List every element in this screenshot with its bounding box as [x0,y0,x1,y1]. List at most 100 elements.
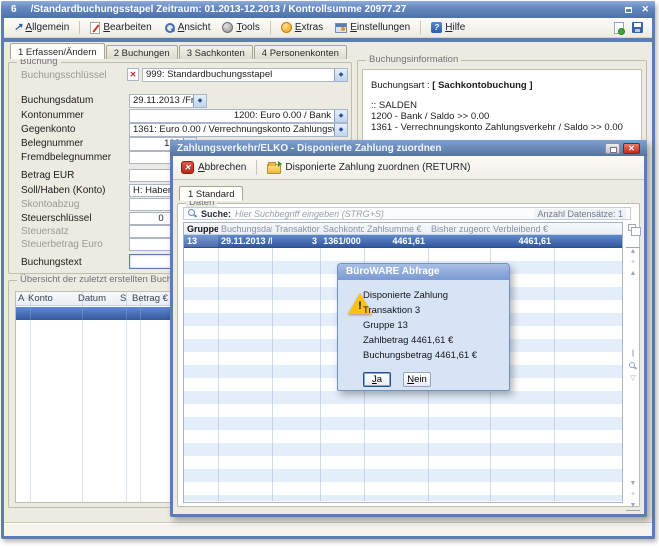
launch-icon: ↗ [14,22,22,33]
column-header[interactable]: A [16,292,26,305]
buchungsschluessel-combo[interactable]: 999: Standardbuchungsstapel ◆ [142,68,348,82]
abbrechen-button[interactable]: ✕ Abbrechen [181,161,246,174]
separator [79,21,80,34]
scroll-up-icon[interactable]: ▲ [626,270,640,278]
menu-extras[interactable]: Extras [276,21,328,34]
steuersatz-field[interactable] [129,225,171,238]
cell-gruppe: 13 [184,235,218,247]
search-icon [188,209,197,218]
column-line [30,292,31,502]
scroll-bottom-icon[interactable]: ▼ [626,502,640,511]
dropdown-icon[interactable]: ◆ [334,124,347,136]
field-label: Buchungstext [21,257,82,268]
column-header[interactable]: Verbleibend € [490,223,554,234]
scroll-strip[interactable]: ▲ + ▲ ∥ ▽ ▼ + ▼ [626,222,640,504]
window-id: 6 [11,4,17,15]
tab-sachkonten[interactable]: 3 Sachkonten [179,45,253,59]
column-header[interactable]: Sachkonto [320,223,364,234]
plus-icon[interactable]: + [626,259,640,267]
combo-value: 1361: Euro 0.00 / Verrechnungskonto Zahl… [130,124,334,136]
gegenkonto-combo[interactable]: 1361: Euro 0.00 / Verrechnungskonto Zahl… [129,123,348,137]
column-header[interactable]: Zahlsumme € [364,223,428,234]
menu-bearbeiten[interactable]: Bearbeiten [85,21,156,35]
extras-icon [281,22,292,33]
dialog-titlebar: Zahlungsverkehr/ELKO - Disponierte Zahlu… [170,140,647,156]
combo-value: 29.11.2013 /Fr [130,95,193,107]
separator [420,21,421,34]
menu-ansicht[interactable]: Ansicht [159,21,216,34]
menu-tools[interactable]: Tools [217,21,264,34]
table-header: Gruppe Buchungsdatum Transaktion Sachkon… [184,223,622,235]
combo-value: 1200: Euro 0.00 / Bank [130,110,334,122]
kontonummer-combo[interactable]: 1200: Euro 0.00 / Bank ◆ [129,109,348,123]
tab-erfassen-aendern[interactable]: 1 Erfassen/Ändern [10,43,105,59]
menu-label: Ansicht [178,22,211,33]
cell-empty [554,235,622,247]
close-button[interactable]: ✕ [641,4,649,15]
buchungsart-line: Buchungsart : [ Sachkontobuchung ] [371,80,533,91]
column-header[interactable]: Gruppe [184,223,218,234]
copy-icon[interactable] [628,224,636,231]
column-header[interactable]: Bisher zugeordnet [428,223,490,234]
column-header[interactable]: Transaktion [272,223,320,234]
menu-hilfe[interactable]: ? Hilfe [426,21,470,34]
field-label: Gegenkonto [21,124,76,135]
buchungsdatum-combo[interactable]: 29.11.2013 /Fr ◆ [129,94,207,108]
column-header[interactable]: Buchungsdatum [218,223,272,234]
save-icon[interactable] [632,22,643,33]
menu-einstellungen[interactable]: Einstellungen [330,21,415,34]
salden-lines: :: SALDEN 1200 - Bank / Saldo >> 0.00 13… [371,100,623,133]
dialog-toolbar: ✕ Abbrechen Disponierte Zahlung zuordnen… [173,156,644,180]
column-line [320,248,321,501]
popup-line: Gruppe 13 [363,318,477,333]
column-line [272,248,273,501]
info-line: 1361 - Verrechnungskonto Zahlungsverkehr… [371,122,623,133]
cell-zahlsumme: 4461,61 [364,235,428,247]
dialog-restore-button[interactable] [605,143,620,154]
pause-icon[interactable]: ∥ [626,350,640,358]
scroll-top-icon[interactable]: ▲ [626,247,640,256]
scroll-down-icon[interactable]: ▼ [626,480,640,488]
column-line [218,248,219,501]
tab-personenkonten[interactable]: 4 Personenkonten [254,45,347,59]
popup-title: BüroWARE Abfrage [338,264,509,280]
column-header[interactable]: S [118,292,130,305]
popup-line: Buchungsbetrag 4461,61 € [363,348,477,363]
info-line: :: SALDEN [371,100,623,111]
tab-buchungen[interactable]: 2 Buchungen [106,45,178,59]
zuordnen-button[interactable]: Disponierte Zahlung zuordnen (RETURN) [267,161,470,174]
search-bar[interactable]: Suche: Hier Suchbegriff eingeben (STRG+S… [183,207,631,220]
menu-allgemein[interactable]: ↗ Allgemein [9,21,74,34]
buchungsart-label: Buchungsart : [371,80,430,91]
cell-verbleibend: 4461,61 [490,235,554,247]
column-header[interactable]: Konto [26,292,76,305]
dropdown-icon[interactable]: ◆ [334,110,347,122]
separator [256,160,257,175]
button-label: Abbrechen [198,162,246,173]
settings-icon [335,23,347,33]
column-header [554,223,622,234]
dropdown-icon[interactable]: ◆ [193,95,206,107]
filter-icon[interactable]: ▽ [626,375,640,383]
new-document-icon[interactable] [614,22,624,34]
table-row-selected[interactable]: 13 29.11.2013 /Fr 3 1361/000 4461,61 446… [184,235,622,248]
tab-standard[interactable]: 1 Standard [179,186,243,201]
plus-icon[interactable]: + [626,491,640,499]
popup-line: Zahlbetrag 4461,61 € [363,333,477,348]
restore-button[interactable] [622,4,635,15]
nein-button[interactable]: Nein [403,372,431,387]
dialog-close-button[interactable]: ✕ [623,143,640,154]
field-label: Soll/Haben (Konto) [21,185,106,196]
menu-label: Tools [236,22,259,33]
buchungsart-value: [ Sachkontobuchung ] [432,80,532,91]
clear-button[interactable]: ✕ [127,68,139,81]
dropdown-icon[interactable]: ◆ [334,69,347,81]
popup-line: Transaktion 3 [363,303,477,318]
menu-label: Hilfe [445,22,465,33]
field-label: Steuerschlüssel [21,213,92,224]
menu-label: Bearbeiten [103,22,151,33]
search-strip-icon[interactable] [629,362,637,370]
ja-button[interactable]: Ja [363,372,391,387]
field-label: Buchungsschlüssel [21,70,107,81]
column-line [140,292,141,502]
